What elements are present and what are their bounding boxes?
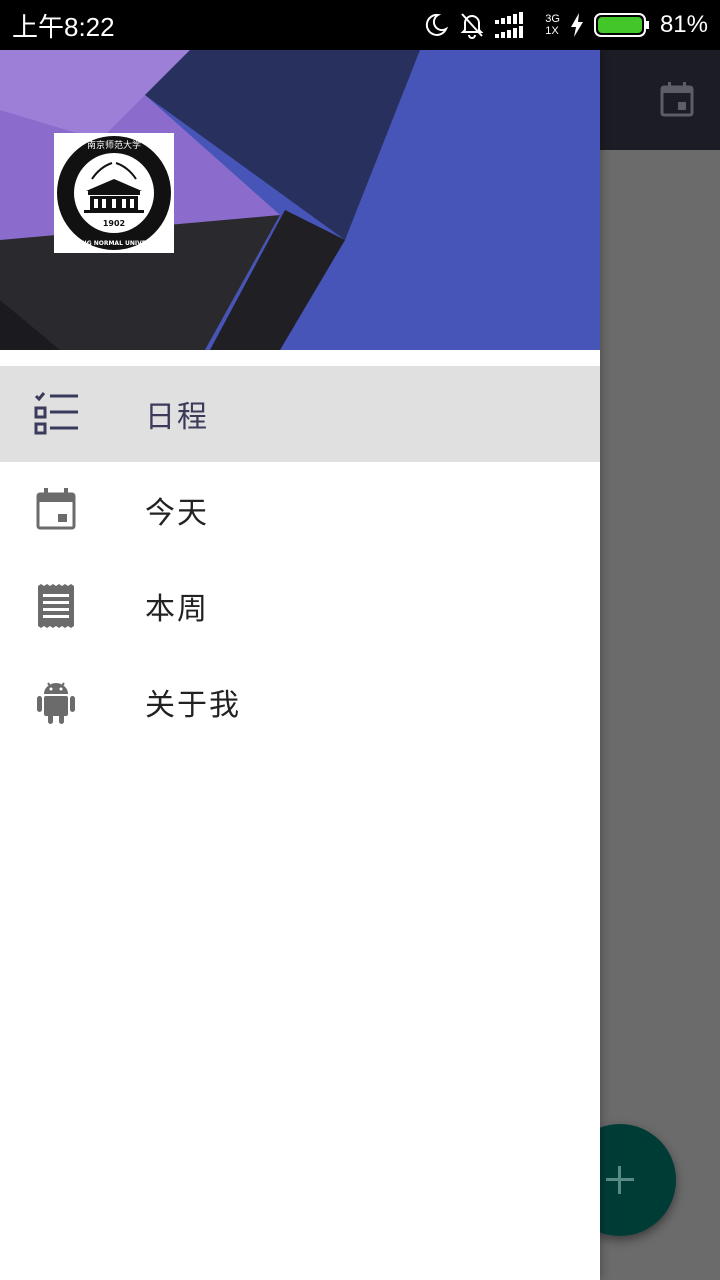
drawer-item-label: 今天 [145, 496, 209, 531]
receipt-icon [32, 582, 80, 630]
drawer-item-today[interactable]: 今天 [0, 462, 600, 558]
drawer-item-label: 本周 [145, 592, 209, 627]
university-logo: 1902 南京师范大学 NANJING NORMAL UNIVERSITY [54, 133, 174, 253]
logo-year: 1902 [103, 219, 125, 228]
moon-icon [423, 12, 449, 38]
calendar-icon[interactable] [660, 82, 694, 122]
calendar-today-icon [32, 486, 80, 534]
drawer-item-label: 关于我 [145, 688, 241, 723]
signal-icon [495, 12, 535, 38]
drawer-header: 1902 南京师范大学 NANJING NORMAL UNIVERSITY [0, 50, 600, 350]
android-icon [32, 678, 80, 726]
drawer-item-label: 日程 [145, 400, 209, 435]
status-icons: 3G 1X 81% [423, 11, 708, 39]
bell-off-icon [459, 11, 485, 39]
battery-percent: 81% [659, 11, 708, 38]
network-type-top: 3G [545, 13, 560, 25]
checklist-icon [32, 390, 80, 438]
logo-text-bottom: NANJING NORMAL UNIVERSITY [63, 240, 167, 247]
logo-text-top: 南京师范大学 [87, 139, 141, 151]
network-type-bottom: 1X [545, 25, 559, 37]
status-time: 上午8:22 [12, 11, 115, 42]
plus-icon [604, 1164, 636, 1200]
charging-icon [570, 13, 584, 37]
status-bar: 上午8:22 3G 1X 81% [0, 0, 720, 50]
drawer-menu: 日程 今天 本周 关于我 [0, 366, 600, 750]
drawer-item-about-me[interactable]: 关于我 [0, 654, 600, 750]
battery-icon [593, 12, 650, 38]
navigation-drawer: 1902 南京师范大学 NANJING NORMAL UNIVERSITY 日程… [0, 50, 600, 1280]
drawer-item-schedule[interactable]: 日程 [0, 366, 600, 462]
drawer-item-this-week[interactable]: 本周 [0, 558, 600, 654]
network-type: 3G 1X [545, 13, 560, 37]
